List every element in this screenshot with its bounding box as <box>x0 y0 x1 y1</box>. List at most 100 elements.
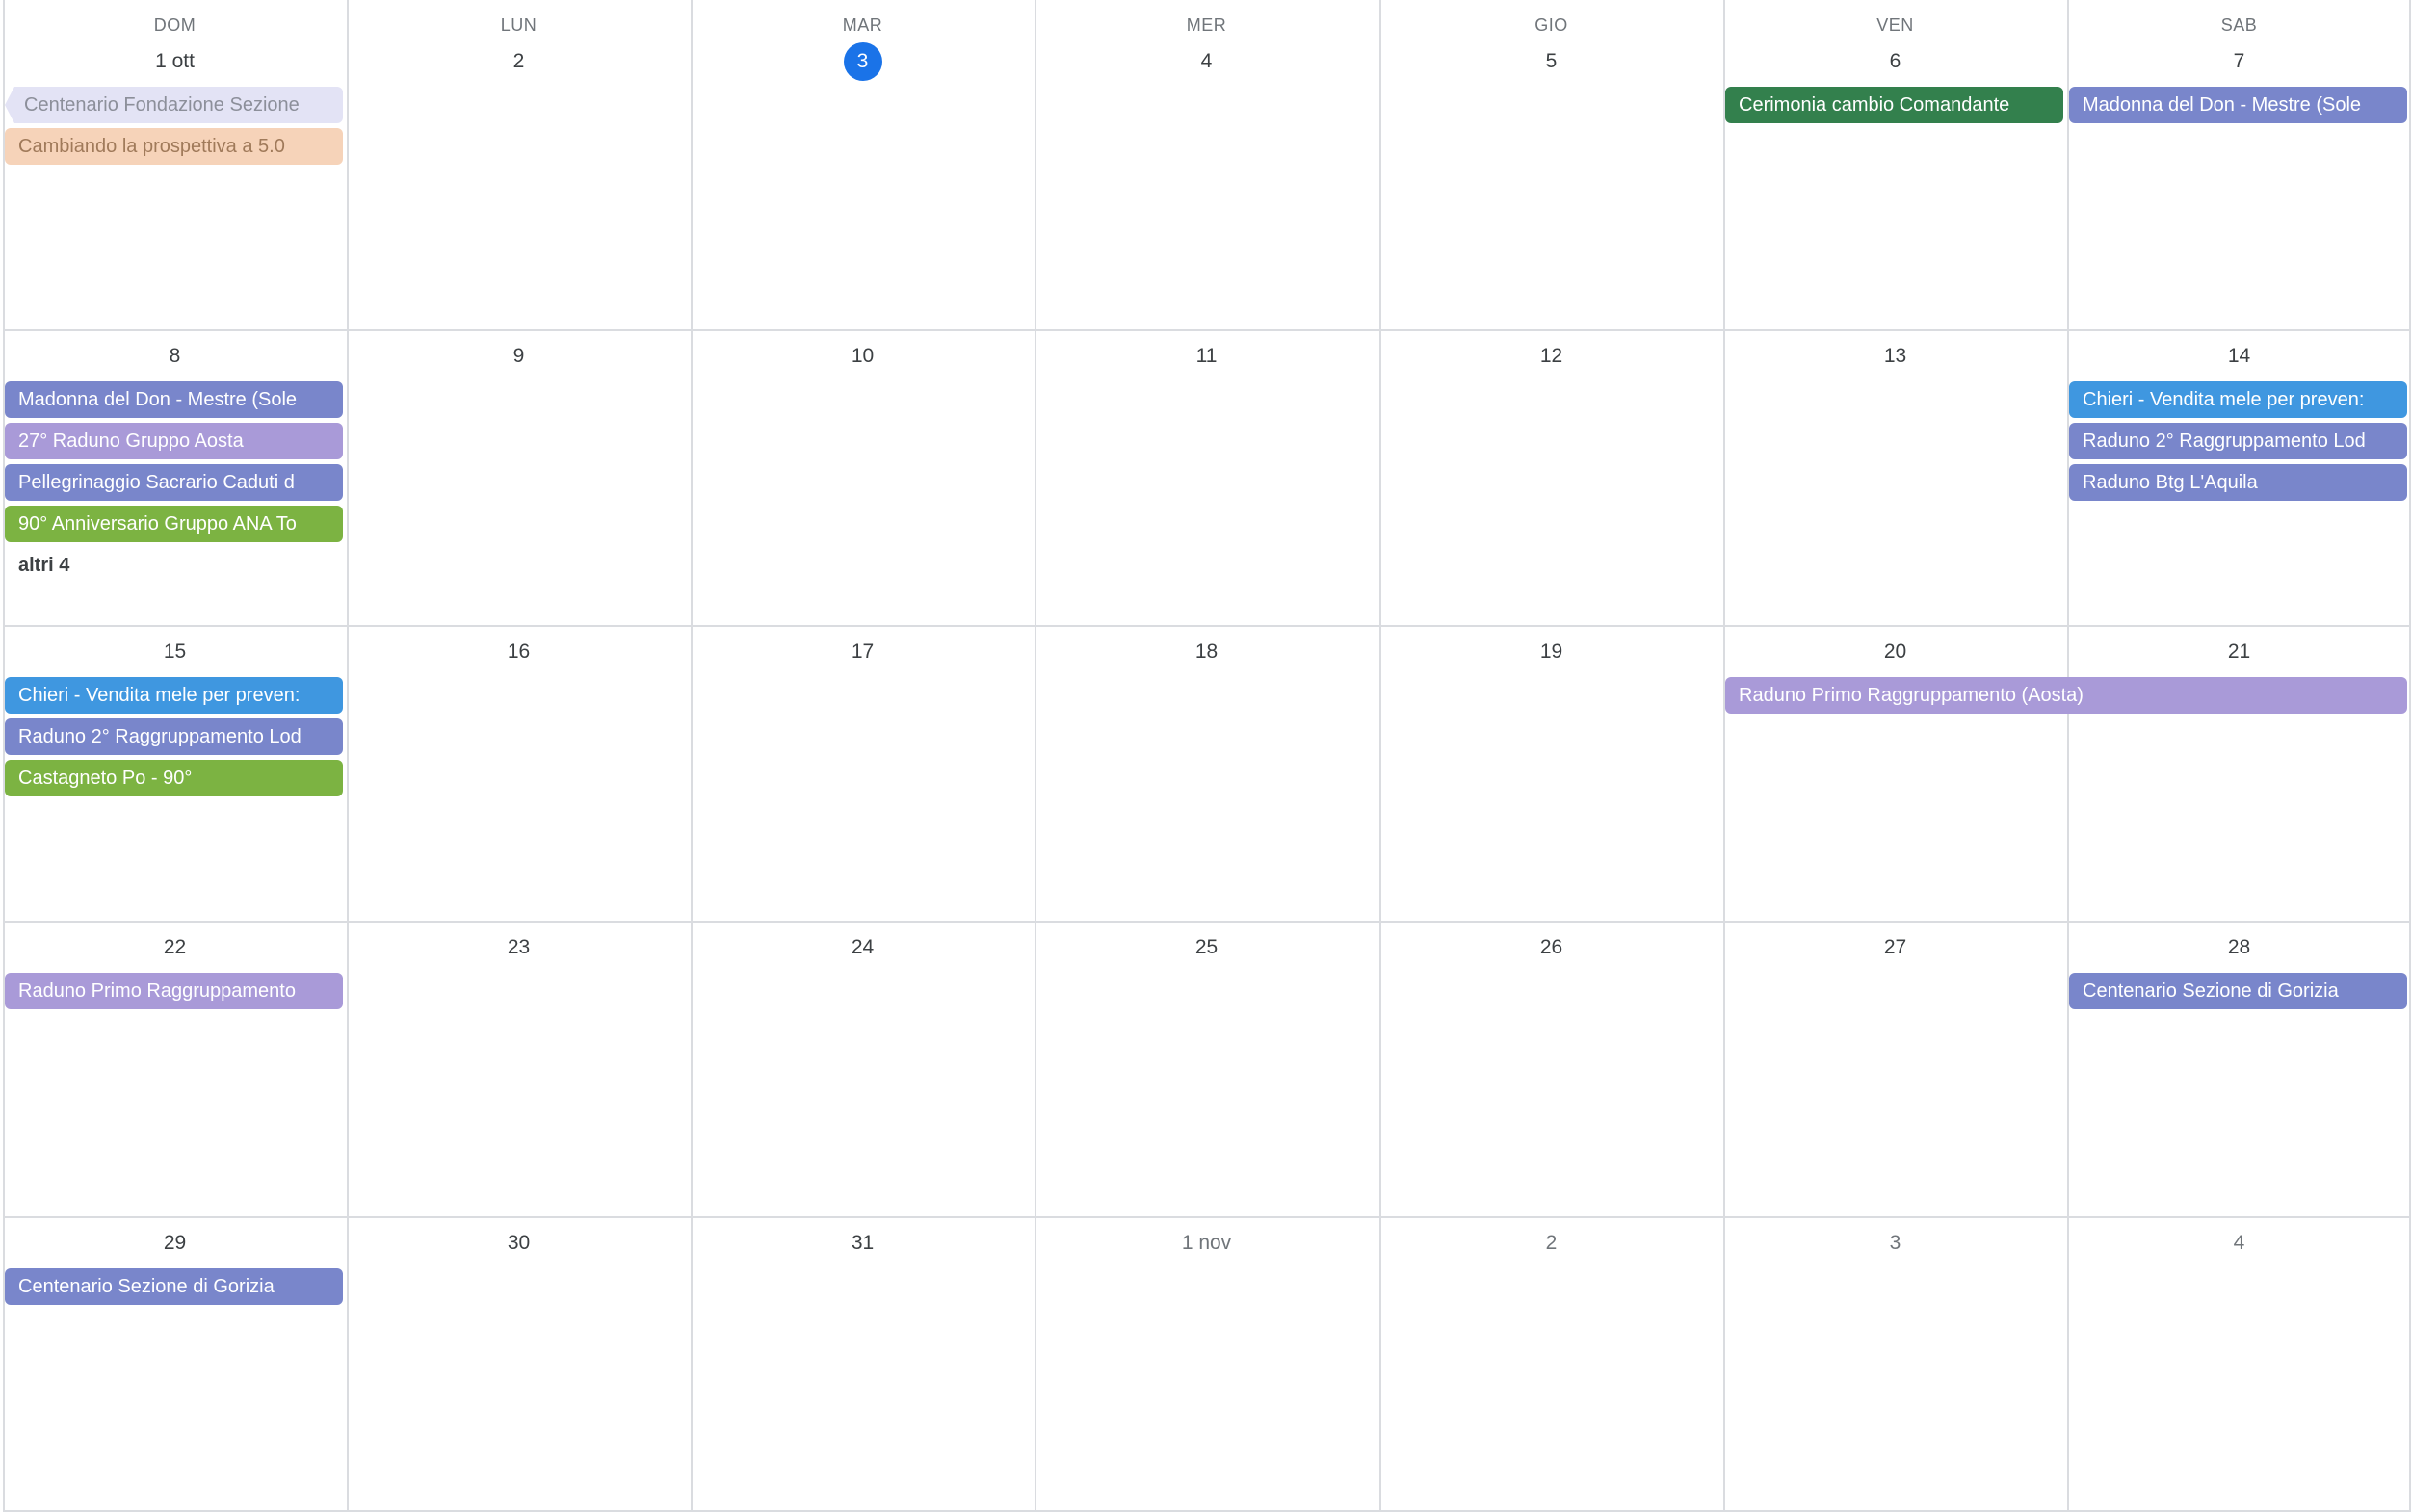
day-number-label: 1 ott <box>155 50 195 72</box>
day-number[interactable]: 16 <box>347 633 691 671</box>
calendar-event[interactable]: 27° Raduno Gruppo Aosta <box>5 423 343 459</box>
day-number[interactable]: 4 <box>2067 1224 2411 1263</box>
day-number[interactable]: 15 <box>3 633 347 671</box>
day-number[interactable]: 9 <box>347 337 691 376</box>
calendar-event[interactable]: Raduno 2° Raggruppamento Lod <box>5 718 343 755</box>
day-number[interactable]: 30 <box>347 1224 691 1263</box>
day-number[interactable]: 3 <box>1723 1224 2067 1263</box>
calendar-event[interactable]: Chieri - Vendita mele per preven: <box>5 677 343 714</box>
day-number[interactable]: 25 <box>1035 928 1378 967</box>
column-divider <box>1379 0 1381 1512</box>
day-number[interactable]: 29 <box>3 1224 347 1263</box>
weekday-header: DOM <box>153 15 197 35</box>
day-number[interactable]: 6 <box>1723 42 2067 81</box>
weekday-header: LUN <box>500 15 537 35</box>
day-number-label: 20 <box>1883 640 1907 663</box>
calendar-event[interactable]: Cambiando la prospettiva a 5.0 <box>5 128 343 165</box>
column-divider <box>691 0 693 1512</box>
calendar-event[interactable]: Raduno Primo Raggruppamento (Aosta) <box>1725 677 2407 714</box>
day-number-label: 6 <box>1889 50 1901 72</box>
row-divider <box>3 329 2411 331</box>
row-divider <box>3 921 2411 923</box>
day-number[interactable]: 18 <box>1035 633 1378 671</box>
weekday-header: MAR <box>842 15 883 35</box>
calendar-event[interactable]: Raduno Btg L'Aquila <box>2069 464 2407 501</box>
calendar-event[interactable]: Raduno Primo Raggruppamento <box>5 973 343 1009</box>
day-number[interactable]: 7 <box>2067 42 2411 81</box>
day-number-label: 24 <box>851 936 875 958</box>
day-number[interactable]: 31 <box>691 1224 1035 1263</box>
column-divider <box>1723 0 1725 1512</box>
day-number[interactable]: 2 <box>347 42 691 81</box>
day-number[interactable]: 21 <box>2067 633 2411 671</box>
day-number-label: 21 <box>2227 640 2251 663</box>
weekday-header: SAB <box>2220 15 2258 35</box>
month-calendar-grid: DOM LUN MAR MER GIO VEN SAB 1 ott 2 3 4 5 6 7 Centenar… <box>3 0 2411 1512</box>
day-number-label: 31 <box>851 1232 875 1254</box>
day-number[interactable]: 5 <box>1379 42 1723 81</box>
column-divider <box>1035 0 1036 1512</box>
day-number-label: 3 <box>1889 1232 1901 1254</box>
more-events-link[interactable]: altri 4 <box>5 547 83 584</box>
calendar-event[interactable]: 90° Anniversario Gruppo ANA To <box>5 506 343 542</box>
day-number[interactable]: 10 <box>691 337 1035 376</box>
day-number-label: 5 <box>1545 50 1558 72</box>
row-divider <box>3 1216 2411 1218</box>
calendar-event[interactable]: Centenario Sezione di Gorizia <box>2069 973 2407 1009</box>
day-number-label: 13 <box>1883 345 1907 367</box>
calendar-event[interactable]: Chieri - Vendita mele per preven: <box>2069 381 2407 418</box>
calendar-event[interactable]: Centenario Fondazione Sezione <box>5 87 343 123</box>
day-number[interactable]: 2 <box>1379 1224 1723 1263</box>
day-number-label: 10 <box>851 345 875 367</box>
column-divider <box>2409 0 2411 1512</box>
day-number-label: 14 <box>2227 345 2251 367</box>
calendar-event[interactable]: Castagneto Po - 90° <box>5 760 343 796</box>
day-number-label: 9 <box>512 345 525 367</box>
day-number-label: 2 <box>1545 1232 1558 1254</box>
calendar-event[interactable]: Raduno 2° Raggruppamento Lod <box>2069 423 2407 459</box>
today-date[interactable]: 3 <box>691 42 1035 81</box>
day-number-label: 16 <box>507 640 531 663</box>
day-number-label: 28 <box>2227 936 2251 958</box>
calendar-event[interactable]: Madonna del Don - Mestre (Sole <box>2069 87 2407 123</box>
day-number[interactable]: 8 <box>3 337 347 376</box>
day-number-label: 19 <box>1539 640 1563 663</box>
day-number-label: 11 <box>1195 345 1218 367</box>
day-number[interactable]: 11 <box>1035 337 1378 376</box>
calendar-event[interactable]: Madonna del Don - Mestre (Sole <box>5 381 343 418</box>
calendar-event[interactable]: Pellegrinaggio Sacrario Caduti d <box>5 464 343 501</box>
day-number-label: 7 <box>2233 50 2245 72</box>
day-number-label: 3 <box>843 42 882 81</box>
day-number[interactable]: 20 <box>1723 633 2067 671</box>
day-number[interactable]: 28 <box>2067 928 2411 967</box>
day-number-label: 22 <box>163 936 187 958</box>
day-number-label: 8 <box>169 345 181 367</box>
day-number[interactable]: 1 ott <box>3 42 347 81</box>
day-number-label: 17 <box>851 640 875 663</box>
day-number[interactable]: 23 <box>347 928 691 967</box>
day-number-label: 1 nov <box>1181 1232 1232 1254</box>
day-number-label: 2 <box>512 50 525 72</box>
day-number[interactable]: 4 <box>1035 42 1378 81</box>
day-number[interactable]: 14 <box>2067 337 2411 376</box>
day-number-label: 29 <box>163 1232 187 1254</box>
day-number-label: 4 <box>2233 1232 2245 1254</box>
day-number[interactable]: 24 <box>691 928 1035 967</box>
day-number-label: 30 <box>507 1232 531 1254</box>
day-number[interactable]: 17 <box>691 633 1035 671</box>
day-number-label: 12 <box>1539 345 1563 367</box>
day-number[interactable]: 26 <box>1379 928 1723 967</box>
day-number[interactable]: 19 <box>1379 633 1723 671</box>
weekday-header: GIO <box>1534 15 1568 35</box>
day-number[interactable]: 22 <box>3 928 347 967</box>
day-number[interactable]: 1 nov <box>1035 1224 1378 1263</box>
calendar-event[interactable]: Centenario Sezione di Gorizia <box>5 1268 343 1305</box>
day-number-label: 25 <box>1194 936 1219 958</box>
day-number[interactable]: 12 <box>1379 337 1723 376</box>
day-number[interactable]: 27 <box>1723 928 2067 967</box>
column-divider <box>347 0 349 1512</box>
day-number[interactable]: 13 <box>1723 337 2067 376</box>
weekday-header: MER <box>1186 15 1227 35</box>
day-number-label: 4 <box>1200 50 1213 72</box>
calendar-event[interactable]: Cerimonia cambio Comandante <box>1725 87 2063 123</box>
